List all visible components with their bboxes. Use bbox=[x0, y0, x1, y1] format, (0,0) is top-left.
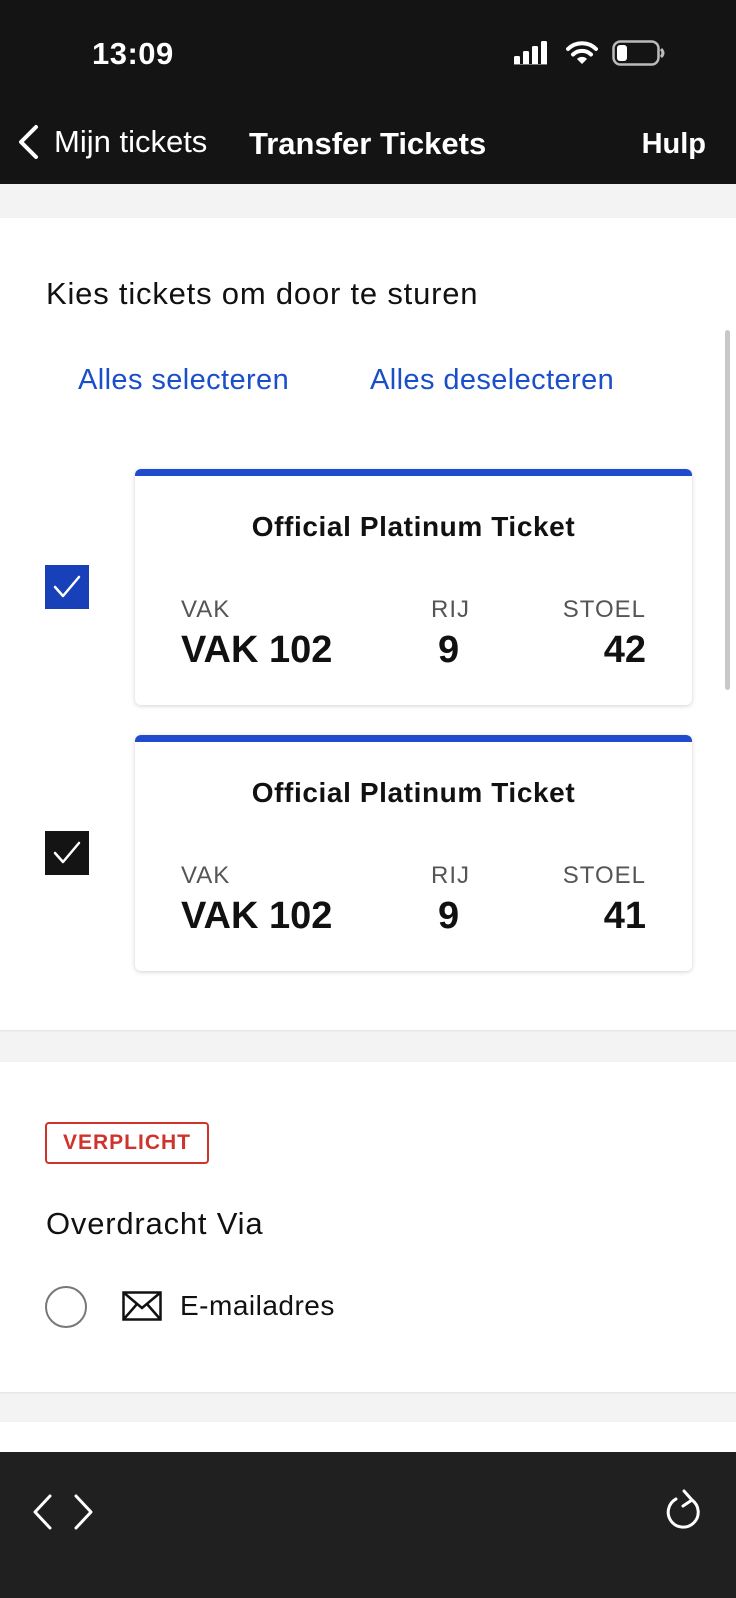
checkmark-icon bbox=[53, 575, 81, 598]
envelope-icon bbox=[122, 1291, 162, 1321]
seat-label: STOEL bbox=[562, 862, 646, 889]
email-option-label[interactable]: E-mailadres bbox=[180, 1290, 335, 1322]
nav-bar: Mijn tickets Transfer Tickets Hulp bbox=[0, 110, 736, 184]
scroll-indicator[interactable] bbox=[725, 330, 730, 690]
back-button[interactable]: Mijn tickets bbox=[16, 124, 207, 160]
seat-label: STOEL bbox=[562, 596, 646, 623]
ticket-selection-title: Kies tickets om door te sturen bbox=[46, 276, 479, 311]
cellular-signal-icon bbox=[514, 41, 547, 65]
ticket-name: Official Platinum Ticket bbox=[251, 511, 576, 542]
ticket-card[interactable]: Official Platinum Ticket VAK VAK 102 RIJ… bbox=[135, 735, 692, 971]
reload-icon[interactable] bbox=[664, 1488, 704, 1534]
section-label: VAK bbox=[181, 862, 231, 889]
status-bar: 13:09 bbox=[0, 0, 736, 110]
ticket-checkbox[interactable] bbox=[45, 831, 89, 875]
row-label: RIJ bbox=[431, 596, 470, 623]
checkmark-icon bbox=[53, 841, 81, 864]
chevron-left-icon bbox=[19, 125, 38, 159]
row-label: RIJ bbox=[431, 862, 470, 889]
browser-toolbar bbox=[0, 1452, 736, 1598]
ticket-accent-bar bbox=[135, 469, 692, 476]
row-value: 9 bbox=[438, 629, 460, 671]
ticket-accent-bar bbox=[135, 735, 692, 742]
row-value: 9 bbox=[438, 895, 460, 937]
transfer-method-title: Overdracht Via bbox=[46, 1206, 264, 1241]
section-value: VAK 102 bbox=[181, 629, 333, 671]
ticket-selection-card: Kies tickets om door te sturen Alles sel… bbox=[0, 218, 736, 1030]
deselect-all-button[interactable]: Alles deselecteren bbox=[370, 364, 614, 397]
next-card-edge bbox=[0, 1422, 736, 1452]
select-all-button[interactable]: Alles selecteren bbox=[78, 364, 289, 397]
section-label: VAK bbox=[181, 596, 231, 623]
ticket-name: Official Platinum Ticket bbox=[251, 777, 576, 808]
ticket-card[interactable]: Official Platinum Ticket VAK VAK 102 RIJ… bbox=[135, 469, 692, 705]
forward-arrow-icon[interactable] bbox=[70, 1492, 96, 1532]
battery-icon bbox=[612, 40, 665, 66]
page-title: Transfer Tickets bbox=[249, 126, 487, 161]
status-icons bbox=[514, 40, 666, 66]
scrolled-content-edge bbox=[0, 184, 736, 218]
ticket-checkbox[interactable] bbox=[45, 565, 89, 609]
seat-value: 41 bbox=[603, 895, 646, 937]
help-button[interactable]: Hulp bbox=[642, 128, 706, 161]
seat-value: 42 bbox=[603, 629, 646, 671]
wifi-icon bbox=[566, 41, 598, 64]
back-label: Mijn tickets bbox=[54, 124, 208, 159]
email-radio-button[interactable] bbox=[45, 1286, 87, 1328]
status-time: 13:09 bbox=[92, 36, 174, 71]
back-arrow-icon[interactable] bbox=[30, 1492, 56, 1532]
required-badge: VERPLICHT bbox=[45, 1122, 210, 1164]
transfer-method-card: VERPLICHT Overdracht Via E-mailadres bbox=[0, 1062, 736, 1392]
section-value: VAK 102 bbox=[181, 895, 333, 937]
